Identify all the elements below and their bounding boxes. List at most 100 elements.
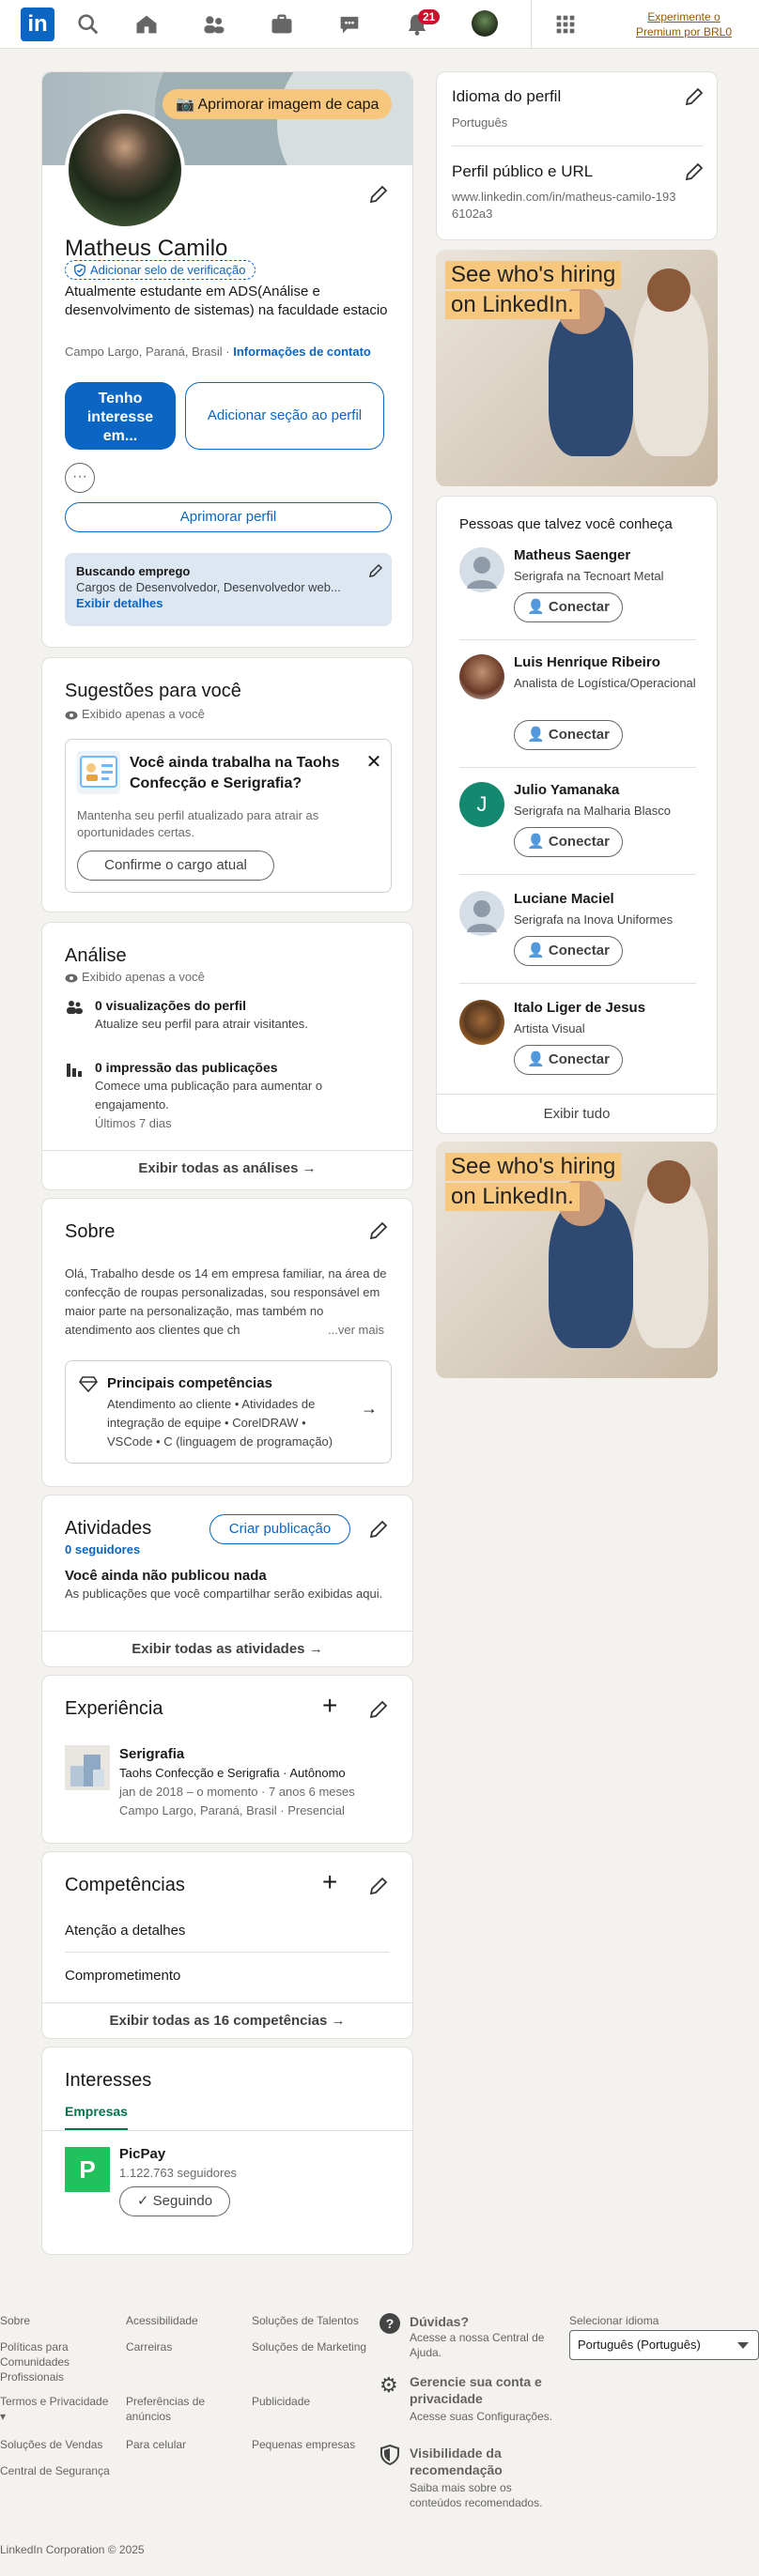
help-title[interactable]: Dúvidas? (410, 2313, 469, 2330)
interest-company-name[interactable]: PicPay (119, 2145, 165, 2164)
messaging-icon[interactable] (336, 11, 363, 38)
footer-link[interactable]: Políticas para Comunidades Profissionais (0, 2339, 103, 2384)
footer-link[interactable]: Publicidade (252, 2394, 310, 2409)
hiring-ad[interactable]: See who's hiring on LinkedIn. (436, 250, 718, 486)
person-name[interactable]: Italo Liger de Jesus (514, 1000, 645, 1016)
jobs-icon[interactable] (269, 11, 295, 38)
edit-url-pencil-icon[interactable] (683, 161, 705, 183)
create-post-button[interactable]: Criar publicação (209, 1514, 350, 1544)
notifications-badge: 21 (418, 9, 441, 24)
following-button[interactable]: ✓ Seguindo (119, 2186, 230, 2216)
person-avatar[interactable] (459, 891, 504, 936)
person-name[interactable]: Julio Yamanaka (514, 782, 619, 798)
footer-link[interactable]: Termos e Privacidade ▾ (0, 2394, 113, 2424)
network-icon[interactable] (201, 11, 227, 38)
copyright: LinkedIn Corporation © 2025 (0, 2543, 145, 2556)
connect-button[interactable]: 👤 Conectar (514, 720, 623, 750)
show-all-analytics-link[interactable]: Exibir todas as análises → (42, 1150, 412, 1188)
otw-details-link[interactable]: Exibir detalhes (76, 596, 380, 610)
open-to-work-card[interactable]: Buscando emprego Cargos de Desenvolvedor… (65, 553, 392, 626)
diamond-icon (79, 1374, 98, 1393)
show-all-people-link[interactable]: Exibir tudo (437, 1094, 717, 1122)
profile-views-link[interactable]: 0 visualizações do perfil (95, 996, 246, 1015)
skill-item[interactable]: Atenção a detalhes (65, 1922, 185, 1940)
footer-link[interactable]: Soluções de Marketing (252, 2339, 366, 2354)
help-title[interactable]: Visibilidade da recomendação (410, 2445, 560, 2478)
me-avatar[interactable] (472, 10, 498, 37)
footer-link[interactable]: Para celular (126, 2437, 186, 2452)
connect-button[interactable]: 👤 Conectar (514, 592, 623, 622)
experience-card: Experiência + Serigrafia Taohs Confecção… (41, 1675, 413, 1844)
close-icon[interactable]: ✕ (364, 753, 383, 772)
top-nav: in 21 Experimente o Premium por BRL0 (0, 0, 759, 49)
post-impressions-link[interactable]: 0 impressão das publicações (95, 1058, 278, 1077)
edit-about-pencil-icon[interactable] (367, 1219, 390, 1242)
footer-link[interactable]: Pequenas empresas (252, 2437, 355, 2452)
connect-button[interactable]: 👤 Conectar (514, 827, 623, 857)
premium-link[interactable]: Experimente o Premium por BRL0 (627, 9, 740, 39)
picpay-logo[interactable]: P (65, 2147, 110, 2192)
more-options-button[interactable]: ··· (65, 463, 95, 493)
skills-divider (65, 1952, 390, 1953)
language-select[interactable]: Português (Português) (569, 2330, 759, 2360)
private-note: Exibido apenas a você (65, 970, 205, 984)
connect-button[interactable]: 👤 Conectar (514, 936, 623, 966)
company-logo[interactable] (65, 1745, 110, 1790)
skill-item[interactable]: Comprometimento (65, 1967, 180, 1986)
connect-button[interactable]: 👤 Conectar (514, 1045, 623, 1075)
show-all-skills-link[interactable]: Exibir todas as 16 competências → (42, 2002, 412, 2040)
add-skill-icon[interactable]: + (322, 1867, 337, 1897)
improve-profile-button[interactable]: Aprimorar perfil (65, 502, 392, 532)
footer-link[interactable]: Preferências de anúncios (126, 2394, 229, 2424)
footer-link[interactable]: Carreiras (126, 2339, 172, 2354)
person-avatar[interactable] (459, 654, 504, 699)
top-skills-card[interactable]: Principais competências Atendimento ao c… (65, 1360, 392, 1464)
edit-intro-pencil-icon[interactable] (367, 183, 390, 206)
person-name[interactable]: Luis Henrique Ribeiro (514, 654, 660, 670)
person-name[interactable]: Matheus Saenger (514, 547, 630, 563)
open-to-button[interactable]: Tenho interesse em... (65, 382, 176, 450)
edit-language-pencil-icon[interactable] (683, 85, 705, 108)
profile-photo[interactable] (65, 110, 185, 230)
person-name[interactable]: Luciane Maciel (514, 891, 614, 907)
footer-link[interactable]: Soluções de Talentos (252, 2313, 359, 2328)
see-more-link[interactable]: ...ver mais (324, 1321, 384, 1340)
experience-title: Experiência (65, 1698, 163, 1719)
suggestions-card: Sugestões para você Exibido apenas a voc… (41, 657, 413, 912)
help-sub: Saiba mais sobre os conteúdos recomendad… (410, 2481, 543, 2509)
footer-link[interactable]: Soluções de Vendas (0, 2437, 102, 2452)
verify-label: Adicionar selo de verificação (90, 263, 246, 277)
add-person-icon: 👤 (527, 943, 545, 958)
footer-link[interactable]: Central de Segurança (0, 2463, 110, 2478)
edit-experience-pencil-icon[interactable] (367, 1698, 390, 1721)
person-avatar[interactable] (459, 1000, 504, 1045)
contact-info-link[interactable]: Informações de contato (233, 345, 371, 359)
linkedin-logo[interactable]: in (21, 8, 54, 41)
footer-link[interactable]: Sobre (0, 2313, 30, 2328)
improve-cover-button[interactable]: 📷 Aprimorar imagem de capa (163, 89, 393, 119)
help-title[interactable]: Gerencie sua conta e privacidade (410, 2373, 560, 2407)
show-all-activity-link[interactable]: Exibir todas as atividades → (42, 1631, 412, 1668)
edit-skills-pencil-icon[interactable] (367, 1875, 390, 1897)
add-person-icon: 👤 (527, 727, 545, 743)
gear-icon: ⚙ (380, 2373, 398, 2397)
add-verification-button[interactable]: Adicionar selo de verificação (65, 260, 256, 280)
confirm-position-button[interactable]: Confirme o cargo atual (77, 851, 274, 881)
home-icon[interactable] (133, 11, 160, 38)
add-profile-section-button[interactable]: Adicionar seção ao perfil (185, 382, 384, 450)
edit-otw-pencil-icon[interactable] (367, 562, 384, 579)
followers-link[interactable]: 0 seguidores (65, 1541, 140, 1559)
person-avatar[interactable] (459, 547, 504, 592)
analytics-card: Análise Exibido apenas a você 0 visualiz… (41, 922, 413, 1190)
search-icon[interactable] (75, 11, 101, 38)
edit-activity-pencil-icon[interactable] (367, 1518, 390, 1541)
hiring-ad[interactable]: See who's hiring on LinkedIn. (436, 1142, 718, 1378)
about-title: Sobre (65, 1221, 116, 1242)
eye-icon (65, 974, 78, 983)
apps-grid-icon[interactable] (552, 11, 579, 38)
tab-companies[interactable]: Empresas (65, 2102, 128, 2130)
person-desc: Serigrafa na Tecnoart Metal (514, 569, 664, 583)
add-experience-icon[interactable]: + (322, 1691, 337, 1721)
footer-link[interactable]: Acessibilidade (126, 2313, 198, 2328)
person-avatar[interactable]: J (459, 782, 504, 827)
